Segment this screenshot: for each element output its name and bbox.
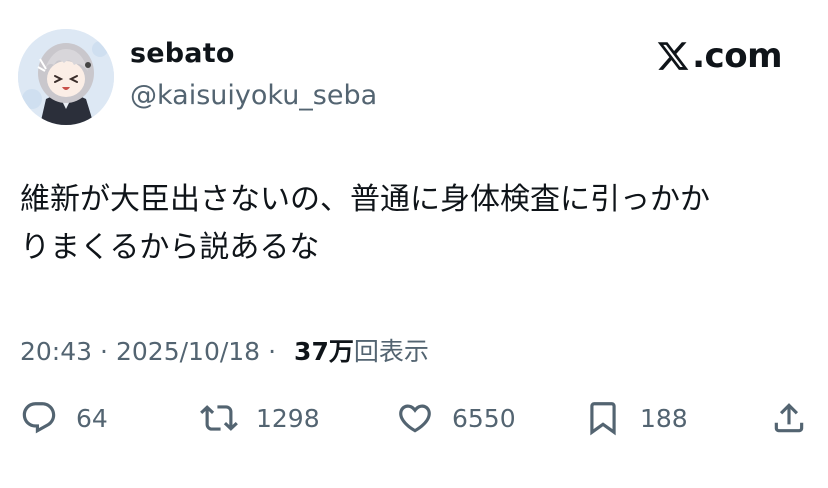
tweet-text-line: 維新が大臣出さないの、普通に身体検査に引っかか [20, 182, 710, 217]
brand-mark: .com [656, 36, 782, 76]
meta-separator: · [100, 337, 108, 366]
tweet-date[interactable]: 2025/10/18 [116, 337, 260, 366]
x-logo-icon [657, 42, 689, 70]
retweet-icon [200, 405, 238, 431]
avatar-image [18, 29, 114, 125]
reply-icon [22, 402, 56, 434]
author-handle[interactable]: @kaisuiyoku_seba [130, 80, 377, 111]
views-count: 37万 [294, 337, 354, 366]
heart-icon [399, 404, 431, 433]
bookmark-icon [590, 402, 616, 436]
tweet-text: 維新が大臣出さないの、普通に身体検査に引っかか りまくるから説あるな [20, 176, 810, 272]
like-button[interactable]: 6550 [396, 392, 516, 444]
reply-count: 64 [76, 403, 108, 433]
bookmark-button[interactable]: 188 [584, 392, 688, 444]
retweet-button[interactable]: 1298 [200, 392, 320, 444]
share-icon [774, 403, 804, 433]
avatar[interactable] [18, 29, 114, 125]
tweet-meta: 20:43 · 2025/10/18 · 37万 回表示 [20, 332, 429, 368]
author-display-name[interactable]: sebato [130, 38, 235, 69]
tweet-time[interactable]: 20:43 [20, 337, 92, 366]
brand-domain: .com [692, 36, 782, 76]
meta-separator: · [268, 337, 277, 366]
retweet-count: 1298 [256, 403, 320, 433]
reply-button[interactable]: 64 [20, 392, 108, 444]
action-bar: 64 1298 6550 188 [0, 392, 828, 444]
bookmark-count: 188 [640, 403, 688, 433]
tweet-text-line: りまくるから説あるな [20, 230, 320, 265]
share-button[interactable] [770, 392, 808, 444]
views-label: 回表示 [353, 337, 429, 366]
like-count: 6550 [452, 403, 516, 433]
